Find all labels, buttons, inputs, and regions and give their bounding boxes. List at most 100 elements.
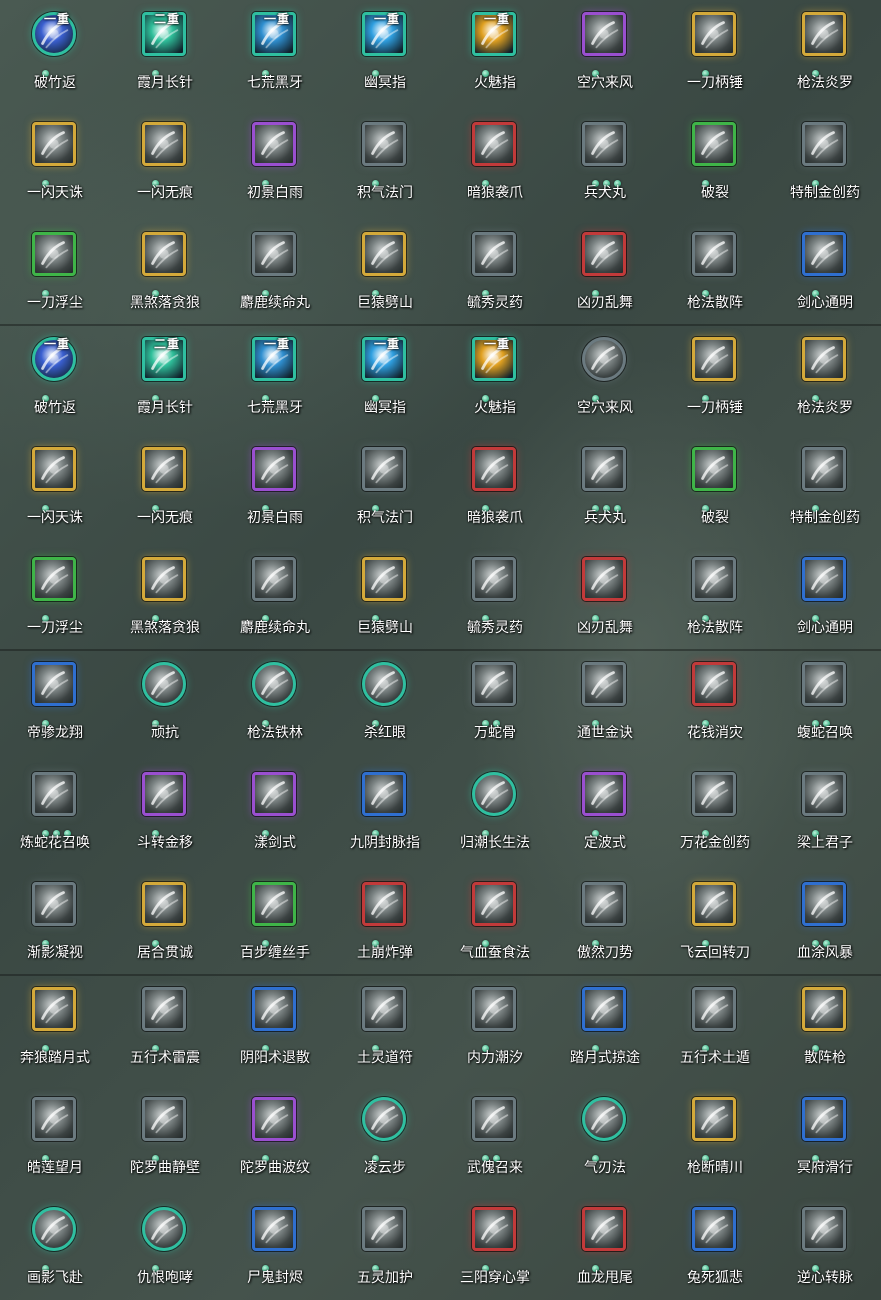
skill-slot[interactable]: 杀红眼 (330, 650, 440, 760)
skill-slot[interactable]: 仇恨咆哮 (110, 1195, 220, 1300)
skill-icon[interactable] (32, 122, 76, 166)
skill-slot[interactable]: 冥府滑行 (770, 1085, 880, 1195)
skill-icon[interactable] (32, 662, 76, 706)
skill-icon[interactable] (802, 122, 846, 166)
skill-slot[interactable]: 麝鹿续命丸 (220, 220, 330, 325)
skill-icon[interactable] (252, 122, 296, 166)
skill-slot[interactable]: 一刀柄锤 (660, 0, 770, 110)
skill-icon[interactable] (582, 557, 626, 601)
skill-slot[interactable]: 兔死狐悲 (660, 1195, 770, 1300)
skill-icon[interactable] (582, 232, 626, 276)
skill-icon[interactable] (252, 557, 296, 601)
skill-icon[interactable] (582, 772, 626, 816)
skill-slot[interactable]: 顽抗 (110, 650, 220, 760)
skill-slot[interactable]: 定波式 (550, 760, 660, 870)
skill-icon[interactable] (472, 447, 516, 491)
skill-slot[interactable]: 九阴封脉指 (330, 760, 440, 870)
skill-icon[interactable] (692, 447, 736, 491)
skill-icon[interactable] (362, 882, 406, 926)
skill-slot[interactable]: 枪法铁林 (220, 650, 330, 760)
skill-icon[interactable] (362, 772, 406, 816)
skill-icon[interactable] (32, 1097, 76, 1141)
skill-slot[interactable]: 初景白雨 (220, 435, 330, 545)
skill-slot[interactable]: 暗狼袭爪 (440, 435, 550, 545)
skill-icon[interactable] (802, 557, 846, 601)
skill-icon[interactable] (32, 232, 76, 276)
skill-slot[interactable]: 五行术土遁 (660, 975, 770, 1085)
skill-icon[interactable] (142, 1207, 186, 1251)
skill-icon[interactable] (692, 882, 736, 926)
skill-slot[interactable]: 麝鹿续命丸 (220, 545, 330, 650)
skill-slot[interactable]: 一闪天诛 (0, 110, 110, 220)
skill-icon[interactable] (32, 882, 76, 926)
skill-slot[interactable]: 黑煞落贪狼 (110, 545, 220, 650)
skill-slot[interactable]: 一重 幽冥指 (330, 325, 440, 435)
skill-slot[interactable]: 帝骖龙翔 (0, 650, 110, 760)
skill-slot[interactable]: 三阳穿心掌 (440, 1195, 550, 1300)
skill-slot[interactable]: 血龙甩尾 (550, 1195, 660, 1300)
skill-icon[interactable] (32, 557, 76, 601)
skill-slot[interactable]: 五灵加护 (330, 1195, 440, 1300)
skill-icon[interactable] (472, 232, 516, 276)
skill-slot[interactable]: 奔狼踏月式 (0, 975, 110, 1085)
skill-icon[interactable] (582, 447, 626, 491)
skill-icon[interactable] (582, 1097, 626, 1141)
skill-icon[interactable] (692, 337, 736, 381)
skill-icon[interactable] (252, 447, 296, 491)
skill-slot[interactable]: 陀罗曲波纹 (220, 1085, 330, 1195)
skill-slot[interactable]: 二重 霞月长针 (110, 325, 220, 435)
skill-slot[interactable]: 剑心通明 (770, 545, 880, 650)
skill-icon[interactable] (362, 662, 406, 706)
skill-slot[interactable]: 一重 火魅指 (440, 325, 550, 435)
skill-icon[interactable] (32, 772, 76, 816)
skill-icon[interactable] (142, 447, 186, 491)
skill-slot[interactable]: 万蛇骨 (440, 650, 550, 760)
skill-slot[interactable]: 逆心转脉 (770, 1195, 880, 1300)
skill-icon[interactable] (582, 662, 626, 706)
skill-slot[interactable]: 剑心通明 (770, 220, 880, 325)
skill-slot[interactable]: 散阵枪 (770, 975, 880, 1085)
skill-slot[interactable]: 万花金创药 (660, 760, 770, 870)
skill-slot[interactable]: 一刀浮尘 (0, 220, 110, 325)
skill-icon[interactable] (142, 772, 186, 816)
skill-slot[interactable]: 一重 幽冥指 (330, 0, 440, 110)
skill-slot[interactable]: 一闪无痕 (110, 110, 220, 220)
skill-icon[interactable] (362, 1097, 406, 1141)
skill-slot[interactable]: 初景白雨 (220, 110, 330, 220)
skill-icon[interactable] (582, 337, 626, 381)
skill-icon[interactable] (362, 122, 406, 166)
skill-icon[interactable] (142, 557, 186, 601)
skill-icon[interactable] (472, 662, 516, 706)
skill-slot[interactable]: 一重 火魅指 (440, 0, 550, 110)
skill-icon[interactable] (252, 987, 296, 1031)
skill-slot[interactable]: 一闪天诛 (0, 435, 110, 545)
skill-icon[interactable] (472, 557, 516, 601)
skill-icon[interactable] (802, 232, 846, 276)
skill-slot[interactable]: 气刃法 (550, 1085, 660, 1195)
skill-slot[interactable]: 一重 七荒黑牙 (220, 0, 330, 110)
skill-icon[interactable] (802, 662, 846, 706)
skill-icon[interactable] (582, 882, 626, 926)
skill-slot[interactable]: 炼蛇花召唤 (0, 760, 110, 870)
skill-icon[interactable] (142, 987, 186, 1031)
skill-slot[interactable]: 踏月式掠途 (550, 975, 660, 1085)
skill-icon[interactable] (692, 1097, 736, 1141)
skill-icon[interactable] (802, 1097, 846, 1141)
skill-icon[interactable] (252, 772, 296, 816)
skill-slot[interactable]: 梁上君子 (770, 760, 880, 870)
skill-slot[interactable]: 飞云回转刀 (660, 870, 770, 975)
skill-icon[interactable] (142, 122, 186, 166)
skill-slot[interactable]: 破裂 (660, 435, 770, 545)
skill-slot[interactable]: 百步缠丝手 (220, 870, 330, 975)
skill-slot[interactable]: 土崩炸弹 (330, 870, 440, 975)
skill-icon[interactable] (142, 662, 186, 706)
skill-slot[interactable]: 血涂风暴 (770, 870, 880, 975)
skill-slot[interactable]: 二重 霞月长针 (110, 0, 220, 110)
skill-slot[interactable]: 巨猿劈山 (330, 545, 440, 650)
skill-slot[interactable]: 空穴来风 (550, 325, 660, 435)
skill-icon[interactable] (582, 987, 626, 1031)
skill-icon[interactable] (142, 882, 186, 926)
skill-slot[interactable]: 武傀召来 (440, 1085, 550, 1195)
skill-icon[interactable] (582, 1207, 626, 1251)
skill-slot[interactable]: 特制金创药 (770, 435, 880, 545)
